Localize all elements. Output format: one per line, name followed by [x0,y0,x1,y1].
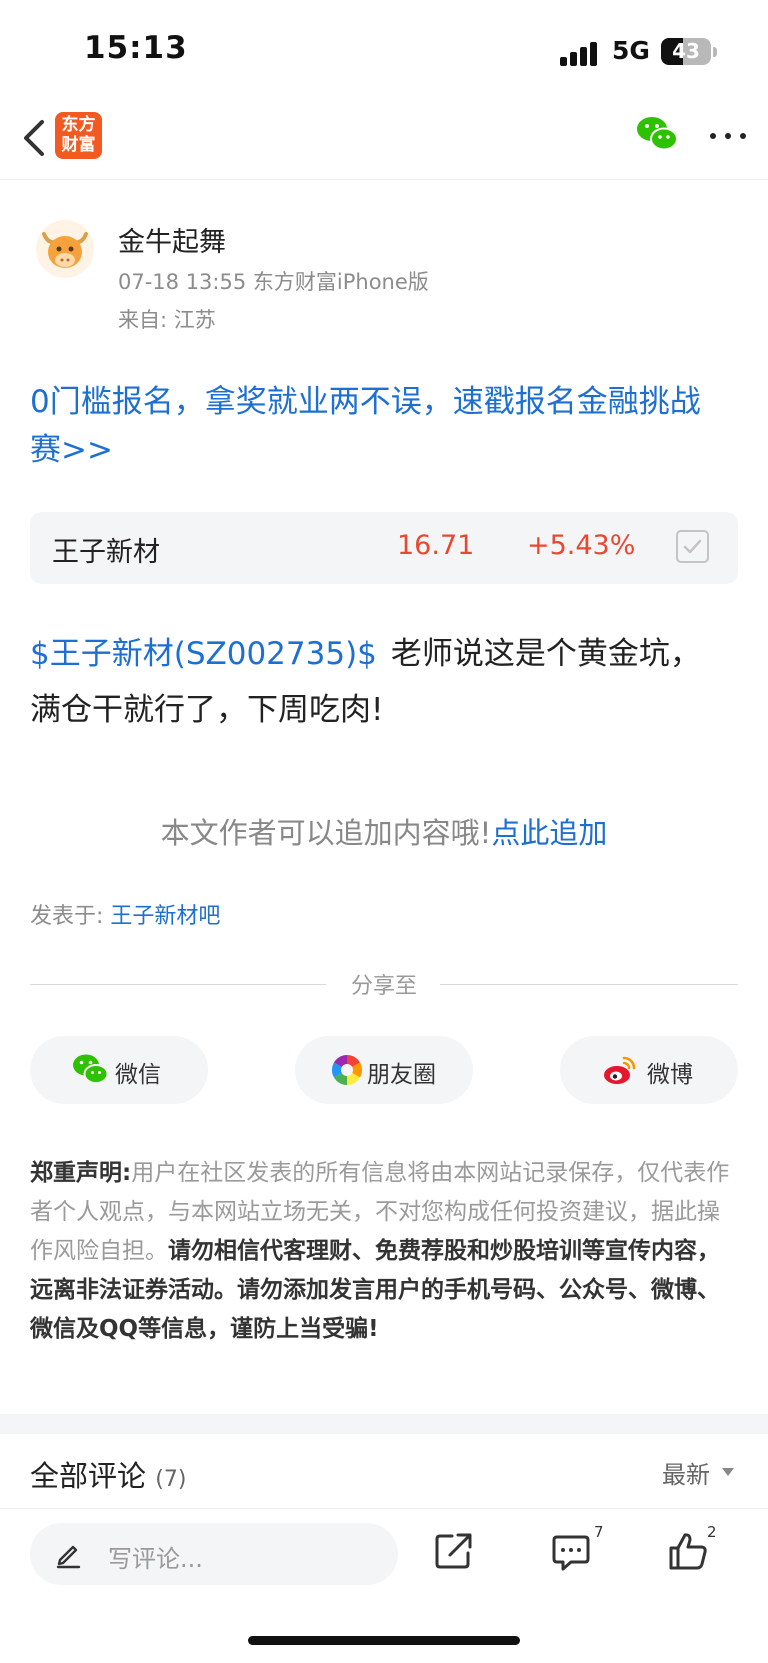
post-location: 来自: 江苏 [118,308,216,332]
stock-price: 16.71 [397,530,475,561]
posted-in: 发表于: 王子新材吧 [30,898,220,930]
nav-bar: 东方 财富 [0,100,768,180]
share-moments-label: 朋友圈 [367,1062,436,1088]
home-indicator [248,1636,520,1645]
share-weibo-label: 微博 [647,1062,693,1088]
disclaimer-title: 郑重声明: [30,1160,132,1186]
bull-avatar-icon[interactable] [36,220,94,278]
logo-line1: 东方 [61,115,96,135]
comment-input[interactable]: 写评论... [30,1523,398,1585]
bar-link[interactable]: 王子新材吧 [110,904,220,929]
share-label: 分享至 [350,974,417,999]
share-moments-button[interactable]: 朋友圈 [295,1036,473,1104]
signal-bars-icon [560,40,600,66]
promo-link[interactable]: 0门槛报名，拿奖就业两不误，速戳报名金融挑战赛>> [30,378,730,474]
status-bar: 15:13 5G 43 [0,0,768,100]
app-logo[interactable]: 东方 财富 [55,112,102,159]
network-type: 5G [612,36,650,65]
more-dots-icon[interactable] [708,128,748,144]
comment-count-badge: 7 [594,1523,604,1541]
author-name[interactable]: 金牛起舞 [118,220,226,259]
append-link[interactable]: 点此追加 [491,816,607,850]
chevron-left-icon[interactable] [16,116,56,160]
section-gap [0,1414,768,1434]
comments-title: 全部评论 (7) [30,1453,186,1495]
weibo-icon [602,1052,638,1088]
pen-icon [54,1539,84,1569]
battery-level: 43 [672,39,700,63]
share-weibo-button[interactable]: 微博 [560,1036,738,1104]
sort-dropdown[interactable]: 最新 [662,1455,710,1490]
wechat-icon[interactable] [636,114,678,154]
caret-down-icon[interactable] [722,1468,734,1476]
moments-icon [329,1052,365,1088]
comment-icon[interactable] [549,1529,593,1573]
share-wechat-label: 微信 [115,1062,161,1088]
post-body: $王子新材(SZ002735)$ 老师说这是个黄金坑，满仓干就行了，下周吃肉! [30,626,730,738]
share-wechat-button[interactable]: 微信 [30,1036,208,1104]
comments-title-text: 全部评论 [30,1459,147,1493]
post-meta: 07-18 13:55 东方财富iPhone版 [118,270,429,294]
wechat-icon [72,1052,109,1088]
checkbox-icon[interactable] [676,530,709,563]
status-time: 15:13 [84,30,188,66]
append-text: 本文作者可以追加内容哦! [160,816,492,850]
stock-name: 王子新材 [52,537,160,568]
stock-mention-link[interactable]: $王子新材(SZ002735)$ [30,636,377,672]
like-count-badge: 2 [707,1523,717,1541]
posted-in-label: 发表于: [30,904,111,929]
append-prompt: 本文作者可以追加内容哦!点此追加 [0,810,768,852]
disclaimer: 郑重声明:用户在社区发表的所有信息将由本网站记录保存，仅代表作者个人观点，与本网… [30,1154,742,1349]
thumbs-up-icon[interactable] [666,1529,710,1573]
stock-change: +5.43% [527,530,636,561]
comment-placeholder: 写评论... [108,1545,203,1573]
stock-card[interactable]: 王子新材 16.71 +5.43% [30,512,738,584]
logo-line2: 财富 [61,135,96,155]
comments-count: (7) [155,1467,187,1492]
share-out-icon[interactable] [432,1529,476,1573]
battery-nub [713,47,717,57]
battery-icon: 43 [661,38,711,65]
